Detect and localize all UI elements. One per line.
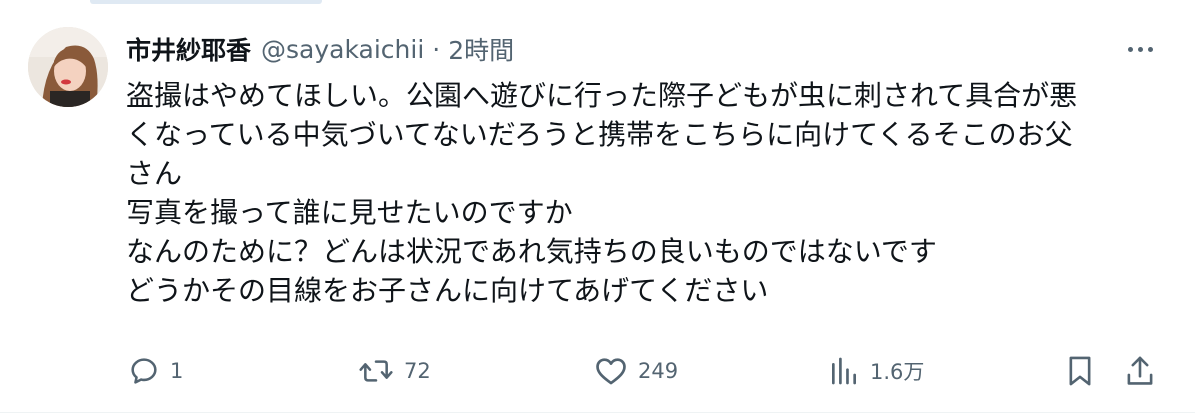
user-handle[interactable]: @sayakaichii	[261, 35, 424, 64]
views-icon	[832, 357, 856, 385]
tweet[interactable]: 市井紗耶香 @sayakaichii · 2時間 盗撮はやめてほしい。公園へ遊び…	[0, 0, 1195, 415]
avatar-image	[28, 27, 108, 107]
retweet-button[interactable]: 72	[358, 350, 431, 392]
tweet-text-line: どうかその目線をお子さんに向けてあげてください	[126, 274, 769, 307]
tweet-text-line: 盗撮はやめてほしい。公園へ遊びに行った際子どもが虫に刺されて具合が悪	[126, 79, 1078, 112]
views-button[interactable]: 1.6万	[828, 350, 924, 392]
reply-button[interactable]: 1	[128, 350, 183, 392]
tweet-text-line: くなっている中気づいてないだろうと携帯をこちらに向けてくるそこのお父	[126, 118, 1073, 151]
tweet-header: 市井紗耶香 @sayakaichii · 2時間	[126, 32, 514, 66]
share-icon	[1127, 356, 1153, 385]
timestamp[interactable]: 2時間	[448, 31, 514, 67]
share-button[interactable]	[1124, 350, 1156, 392]
reply-count: 1	[170, 359, 184, 383]
retweet-count: 72	[404, 359, 431, 383]
avatar[interactable]	[28, 27, 108, 107]
bookmark-button[interactable]	[1064, 350, 1096, 392]
view-count: 1.6万	[870, 360, 925, 384]
tweet-text-line: さん	[126, 157, 183, 190]
tweet-text-line: 写真を撮って誰に見せたいのですか	[126, 196, 573, 229]
divider	[0, 412, 1195, 413]
retweet-icon	[359, 360, 393, 382]
bookmark-icon	[1069, 356, 1091, 386]
tweet-text-line: なんのために？どんは状況であれ気持ちの良いものではないです	[126, 235, 937, 268]
tweet-text: 盗撮はやめてほしい。公園へ遊びに行った際子どもが虫に刺されて具合が悪 くなってい…	[126, 76, 1166, 310]
more-button[interactable]	[1118, 34, 1162, 64]
like-count: 249	[638, 359, 679, 383]
like-button[interactable]: 249	[594, 350, 678, 392]
tweet-actions: 1 72 249 1.6万	[0, 350, 1195, 392]
separator-dot: ·	[432, 34, 441, 64]
more-icon	[1127, 46, 1133, 52]
display-name[interactable]: 市井紗耶香	[126, 31, 251, 67]
reply-icon	[131, 358, 157, 384]
heart-icon	[596, 358, 626, 385]
